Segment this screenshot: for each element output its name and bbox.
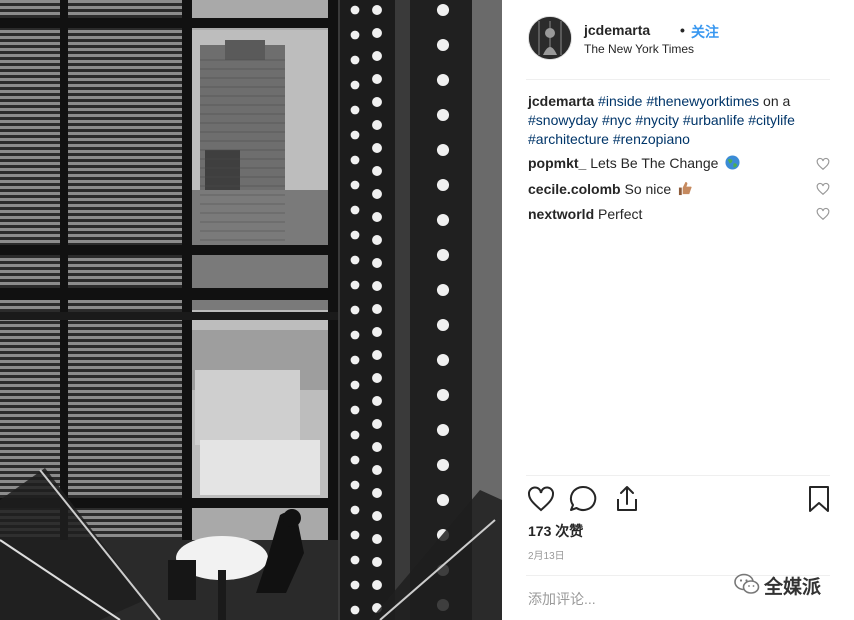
header-divider [526, 79, 830, 80]
hashtag-link[interactable]: #inside [598, 93, 642, 109]
comment-text: Lets Be The Change [590, 155, 719, 171]
bookmark-icon[interactable] [804, 484, 834, 514]
post-header: jcdemarta • 关注 The New York Times [528, 16, 830, 64]
comment-username[interactable]: popmkt_ [528, 155, 586, 171]
hashtag-link[interactable]: #citylife [748, 112, 795, 128]
like-count[interactable]: 173 次赞 [528, 521, 583, 541]
comment-text: Perfect [598, 206, 643, 222]
hashtag-link[interactable]: #nyc [602, 112, 632, 128]
location-link[interactable]: The New York Times [584, 42, 694, 56]
hashtag-link[interactable]: #urbanlife [683, 112, 745, 128]
action-bar [526, 484, 832, 518]
comment-like-heart-icon[interactable] [816, 157, 830, 171]
hashtag-link[interactable]: #thenewyorktimes [646, 93, 759, 109]
comment-icon[interactable] [568, 484, 598, 514]
actions-divider [526, 475, 830, 476]
username-link[interactable]: jcdemarta [584, 22, 650, 38]
post-caption: jcdemarta #inside #thenewyorktimes on a … [528, 92, 828, 149]
post-date[interactable]: 2月13日 [528, 547, 565, 562]
wechat-icon [734, 573, 760, 594]
comment-like-heart-icon[interactable] [816, 207, 830, 221]
post-panel: jcdemarta • 关注 The New York Times jcdema… [502, 0, 854, 620]
heart-icon[interactable] [526, 484, 556, 514]
hashtag-link[interactable]: #snowyday [528, 112, 598, 128]
hashtag-link[interactable]: #renzopiano [613, 131, 690, 147]
comment-item: cecile.colomb So nice [528, 180, 828, 199]
hashtag-link[interactable]: #nycity [635, 112, 679, 128]
caption-username[interactable]: jcdemarta [528, 93, 594, 109]
separator-dot: • [680, 22, 685, 38]
comment-like-heart-icon[interactable] [816, 182, 830, 196]
globe-emoji-icon [725, 155, 740, 170]
follow-button[interactable]: 关注 [691, 22, 719, 42]
comment-item: nextworld Perfect [528, 205, 828, 224]
watermark-text: 全媒派 [764, 577, 822, 598]
comment-username[interactable]: nextworld [528, 206, 594, 222]
comment-text: So nice [624, 181, 672, 197]
thumbs-up-emoji-icon [679, 181, 692, 196]
share-icon[interactable] [612, 484, 642, 514]
add-comment-input[interactable]: 添加评论... [528, 589, 596, 609]
avatar[interactable] [528, 16, 572, 60]
post-photo[interactable] [0, 0, 502, 620]
comment-username[interactable]: cecile.colomb [528, 181, 621, 197]
hashtag-link[interactable]: #architecture [528, 131, 609, 147]
caption-text-fragment: on a [759, 93, 791, 109]
comment-item: popmkt_ Lets Be The Change [528, 154, 828, 173]
